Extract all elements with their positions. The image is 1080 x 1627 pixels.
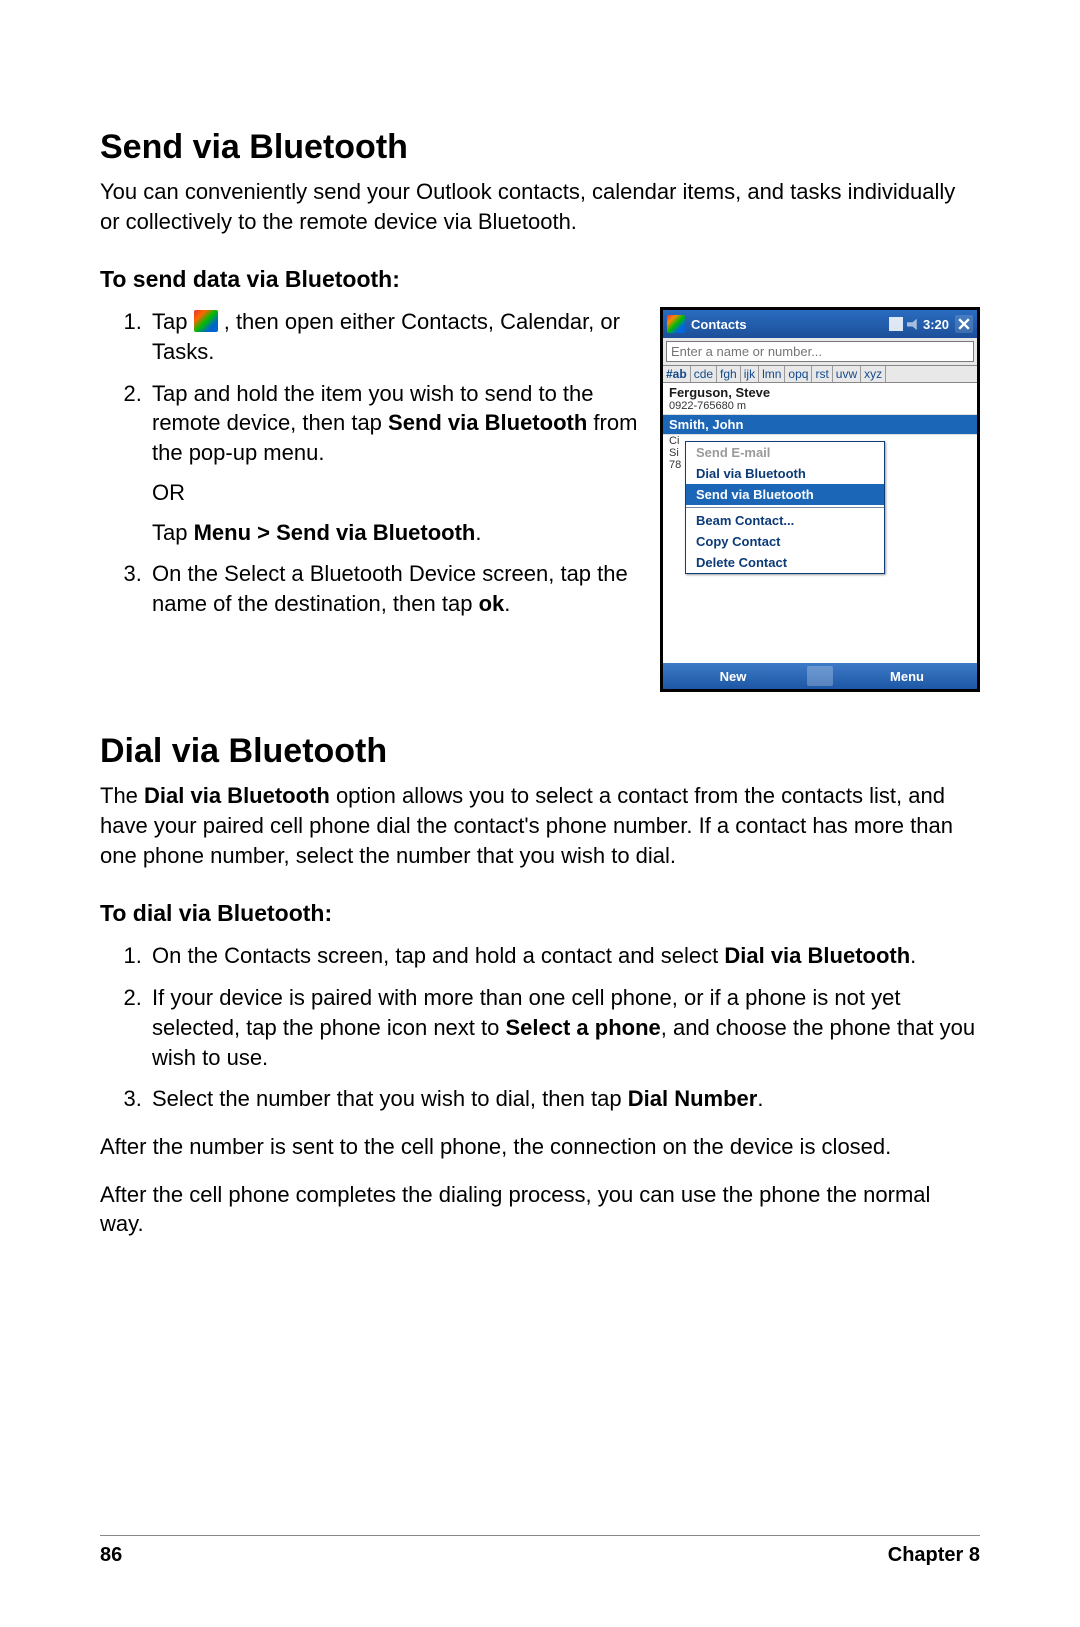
menu-beam-contact[interactable]: Beam Contact... xyxy=(686,510,884,531)
start-icon xyxy=(194,310,218,332)
softkey-new[interactable]: New xyxy=(663,669,803,684)
chapter-label: Chapter 8 xyxy=(888,1544,980,1567)
clock: 3:20 xyxy=(923,317,949,332)
menu-copy-contact[interactable]: Copy Contact xyxy=(686,531,884,552)
contact-smith-selected[interactable]: Smith, John xyxy=(663,415,977,435)
step-2: Tap and hold the item you wish to send t… xyxy=(148,379,640,547)
steps-send: Tap , then open either Contacts, Calenda… xyxy=(100,307,640,618)
menu-dial-bluetooth[interactable]: Dial via Bluetooth xyxy=(686,463,884,484)
search-bar xyxy=(663,338,977,366)
contacts-screenshot: Contacts 3:20 #ab cde fgh ijk lmn opq rs… xyxy=(660,307,980,692)
titlebar: Contacts 3:20 xyxy=(663,310,977,338)
heading-send-via-bluetooth: Send via Bluetooth xyxy=(100,128,980,167)
start-flag-icon xyxy=(667,315,685,333)
page-number: 86 xyxy=(100,1544,122,1567)
menu-send-bluetooth[interactable]: Send via Bluetooth xyxy=(686,484,884,505)
contacts-list: Ferguson, Steve 0922-765680 m Smith, Joh… xyxy=(663,383,977,663)
context-menu: Send E-mail Dial via Bluetooth Send via … xyxy=(685,441,885,574)
step-3: On the Select a Bluetooth Device screen,… xyxy=(148,559,640,618)
keyboard-icon[interactable] xyxy=(807,666,833,686)
contact-ferguson[interactable]: Ferguson, Steve 0922-765680 m xyxy=(663,383,977,415)
menu-delete-contact[interactable]: Delete Contact xyxy=(686,552,884,573)
search-input[interactable] xyxy=(666,341,974,362)
heading-dial-via-bluetooth: Dial via Bluetooth xyxy=(100,732,980,771)
dial-step-1: On the Contacts screen, tap and hold a c… xyxy=(148,941,980,971)
subheading-dial: To dial via Bluetooth: xyxy=(100,900,980,927)
steps-dial: On the Contacts screen, tap and hold a c… xyxy=(100,941,980,1113)
volume-icon xyxy=(907,317,921,331)
signal-icon xyxy=(889,317,903,331)
after-note-1: After the number is sent to the cell pho… xyxy=(100,1132,980,1162)
intro-dial: The Dial via Bluetooth option allows you… xyxy=(100,781,980,870)
soft-key-bar: New Menu xyxy=(663,663,977,689)
step-1: Tap , then open either Contacts, Calenda… xyxy=(148,307,640,366)
menu-send-email: Send E-mail xyxy=(686,442,884,463)
intro-send: You can conveniently send your Outlook c… xyxy=(100,177,980,236)
app-title: Contacts xyxy=(691,317,747,332)
page-footer: 86 Chapter 8 xyxy=(100,1535,980,1567)
dial-step-2: If your device is paired with more than … xyxy=(148,983,980,1072)
subheading-send: To send data via Bluetooth: xyxy=(100,266,980,293)
alpha-index[interactable]: #ab cde fgh ijk lmn opq rst uvw xyz xyxy=(663,366,977,383)
dial-step-3: Select the number that you wish to dial,… xyxy=(148,1084,980,1114)
close-icon xyxy=(955,315,973,333)
after-note-2: After the cell phone completes the diali… xyxy=(100,1180,980,1239)
softkey-menu[interactable]: Menu xyxy=(837,669,977,684)
